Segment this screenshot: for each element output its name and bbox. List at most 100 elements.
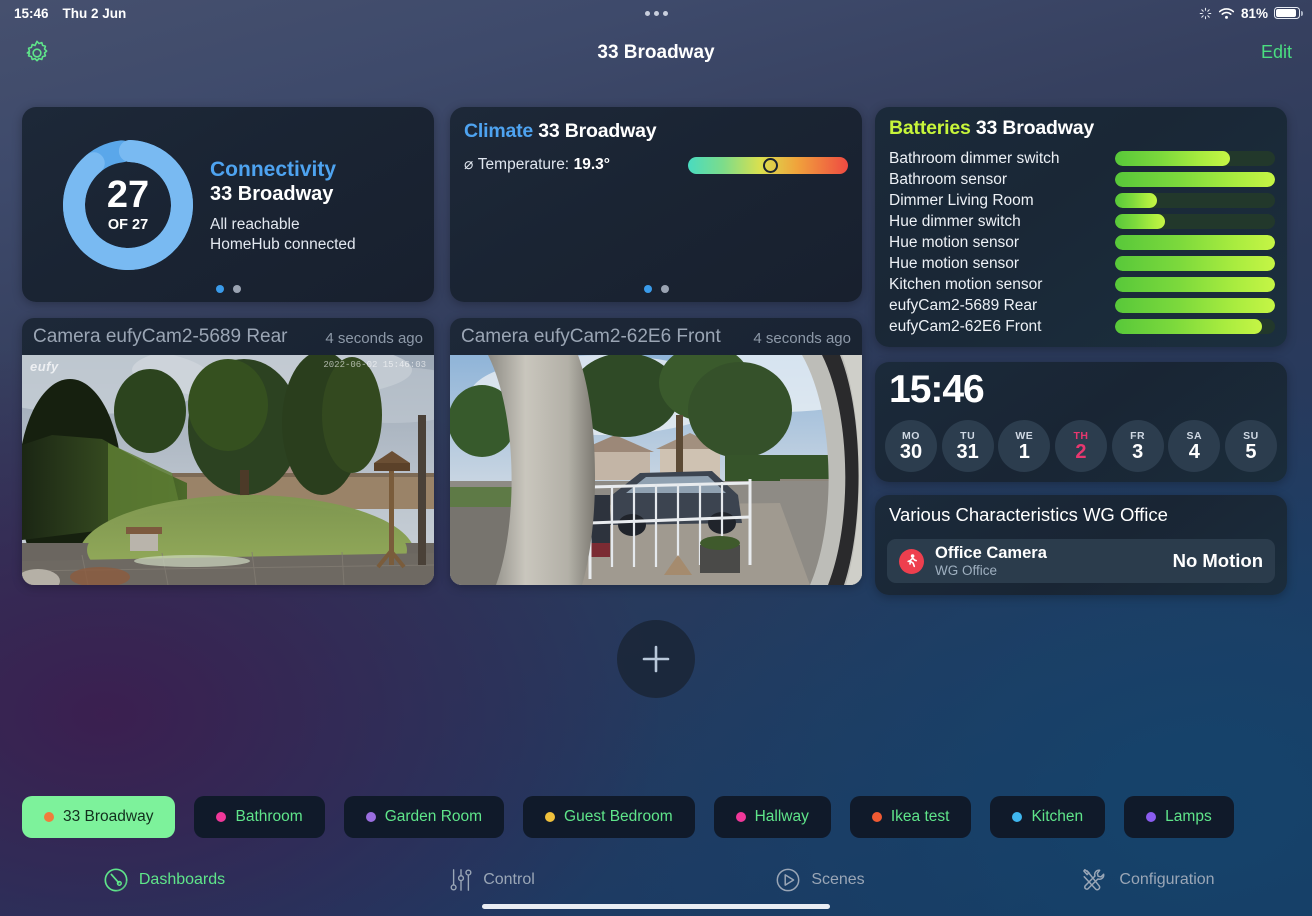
- various-item-row[interactable]: Office Camera WG Office No Motion: [887, 539, 1275, 583]
- battery-level-fill: [1115, 172, 1275, 187]
- rear-garden-image: [22, 355, 434, 585]
- battery-row[interactable]: Bathroom dimmer switch: [889, 148, 1275, 169]
- week-day[interactable]: SA 4: [1168, 420, 1221, 472]
- temperature-slider-knob[interactable]: [763, 158, 779, 173]
- room-tab-label: Hallway: [754, 808, 809, 825]
- add-card-button[interactable]: [617, 620, 695, 698]
- climate-title-accent: Climate: [464, 120, 534, 142]
- wifi-icon: [1218, 7, 1235, 19]
- battery-level-fill: [1115, 235, 1275, 250]
- battery-row[interactable]: eufyCam2-5689 Rear: [889, 295, 1275, 316]
- connectivity-subheading: 33 Broadway: [210, 183, 334, 206]
- multitask-dots-icon[interactable]: [644, 11, 668, 17]
- room-color-dot-icon: [545, 812, 556, 822]
- connectivity-pager[interactable]: [22, 285, 434, 293]
- battery-level-bar: [1115, 277, 1275, 292]
- batteries-card[interactable]: Batteries 33 Broadway Bathroom dimmer sw…: [875, 107, 1287, 347]
- week-day[interactable]: TH 2: [1054, 420, 1107, 472]
- connectivity-status-1: All reachable: [210, 216, 300, 234]
- tab-dashboards[interactable]: Dashboards: [0, 844, 328, 916]
- temperature-slider[interactable]: [688, 157, 848, 174]
- battery-row[interactable]: Dimmer Living Room: [889, 190, 1275, 211]
- battery-row[interactable]: Bathroom sensor: [889, 169, 1275, 190]
- battery-level-bar: [1115, 193, 1275, 208]
- battery-row[interactable]: eufyCam2-62E6 Front: [889, 316, 1275, 337]
- battery-level-fill: [1115, 298, 1275, 313]
- battery-level-fill: [1115, 319, 1263, 334]
- week-day[interactable]: FR 3: [1111, 420, 1164, 472]
- battery-device-name: Bathroom sensor: [889, 170, 1008, 188]
- connectivity-card[interactable]: 27 OF 27 Connectivity 33 Broadway All re…: [22, 107, 434, 302]
- various-characteristics-card[interactable]: Various Characteristics WG Office Office…: [875, 495, 1287, 595]
- battery-level-fill: [1115, 214, 1165, 229]
- tools-icon: [1083, 869, 1105, 891]
- week-day-name: FR: [1130, 429, 1146, 442]
- play-circle-icon: [776, 868, 800, 892]
- camera-front-header: Camera eufyCam2-62E6 Front 4 seconds ago: [450, 318, 862, 355]
- climate-metric-label: Temperature:: [477, 156, 570, 173]
- camera-front-age: 4 seconds ago: [753, 330, 851, 347]
- room-color-dot-icon: [1012, 812, 1023, 822]
- edit-button[interactable]: Edit: [1261, 42, 1292, 63]
- clock-time: 15:46: [889, 368, 985, 411]
- week-day-name: TU: [960, 429, 976, 442]
- clock-card[interactable]: 15:46 MO 30 TU 31 WE 1 TH 2 FR 3 SA 4 SU 5: [875, 362, 1287, 482]
- batteries-title: Batteries 33 Broadway: [889, 117, 1287, 140]
- camera-rear-title: Camera eufyCam2-5689 Rear: [33, 326, 288, 347]
- tab-configuration[interactable]: Configuration: [984, 844, 1312, 916]
- room-tab[interactable]: Guest Bedroom: [523, 796, 695, 838]
- week-day[interactable]: TU 31: [941, 420, 994, 472]
- week-day[interactable]: WE 1: [998, 420, 1051, 472]
- week-day-name: MO: [902, 429, 920, 442]
- room-tab-strip[interactable]: 33 Broadway Bathroom Garden Room Guest Bedr…: [0, 795, 1312, 839]
- room-tab-label: Garden Room: [384, 808, 483, 825]
- climate-title-rest: 33 Broadway: [538, 120, 657, 142]
- climate-pager[interactable]: [450, 285, 862, 293]
- camera-card-rear[interactable]: Camera eufyCam2-5689 Rear 4 seconds ago …: [22, 318, 434, 585]
- tab-configuration-label: Configuration: [1119, 871, 1215, 888]
- week-day-number: 1: [1018, 440, 1030, 463]
- room-color-dot-icon: [871, 812, 882, 822]
- battery-row[interactable]: Kitchen motion sensor: [889, 274, 1275, 295]
- room-tab[interactable]: Lamps: [1124, 796, 1234, 838]
- tab-scenes-label: Scenes: [811, 871, 865, 888]
- week-day-number: 3: [1132, 440, 1144, 463]
- room-tab-label: Ikea test: [890, 808, 950, 825]
- week-day-name: SU: [1243, 429, 1259, 442]
- connectivity-count: 27: [106, 174, 150, 217]
- airplay-icon: [1199, 7, 1212, 19]
- room-tab-label: Lamps: [1165, 808, 1212, 825]
- plus-icon[interactable]: [638, 641, 674, 677]
- room-tab[interactable]: Kitchen: [990, 796, 1106, 838]
- room-tab-label: Guest Bedroom: [564, 808, 673, 825]
- app-screen: 15:46 Thu 2 Jun 81% 33 Broadway Edit 27 …: [0, 0, 1312, 916]
- week-day[interactable]: MO 30: [885, 420, 937, 472]
- connectivity-status-2: HomeHub connected: [210, 236, 356, 254]
- room-tab[interactable]: Garden Room: [343, 796, 505, 838]
- eufy-watermark: eufy: [30, 359, 59, 374]
- week-day-number: 2: [1075, 440, 1087, 463]
- window-drag-dots[interactable]: [0, 6, 1312, 21]
- room-tab[interactable]: Bathroom: [194, 796, 325, 838]
- room-tab[interactable]: Hallway: [713, 796, 831, 838]
- battery-percent-label: 81%: [1240, 5, 1268, 21]
- battery-level-bar: [1115, 214, 1275, 229]
- battery-row[interactable]: Hue motion sensor: [889, 253, 1275, 274]
- battery-level-bar: [1115, 151, 1275, 166]
- home-indicator[interactable]: [482, 904, 830, 909]
- battery-level-bar: [1115, 172, 1275, 187]
- climate-card[interactable]: Climate 33 Broadway ⌀ Temperature: 19.3°: [450, 107, 862, 302]
- battery-row[interactable]: Hue motion sensor: [889, 232, 1275, 253]
- room-color-dot-icon: [1146, 812, 1157, 822]
- battery-row[interactable]: Hue dimmer switch: [889, 211, 1275, 232]
- camera-card-front[interactable]: Camera eufyCam2-62E6 Front 4 seconds ago: [450, 318, 862, 585]
- battery-level-bar: [1115, 256, 1275, 271]
- camera-front-stream[interactable]: [450, 355, 862, 585]
- week-day[interactable]: SU 5: [1224, 420, 1277, 472]
- camera-rear-stream[interactable]: eufy 2022-06-02 15:46:03: [22, 355, 434, 585]
- camera-rear-age: 4 seconds ago: [325, 330, 423, 347]
- camera-front-title: Camera eufyCam2-62E6 Front: [461, 326, 721, 347]
- room-tab[interactable]: 33 Broadway: [22, 796, 176, 838]
- room-tab[interactable]: Ikea test: [849, 796, 972, 838]
- room-tab-label: 33 Broadway: [63, 808, 154, 825]
